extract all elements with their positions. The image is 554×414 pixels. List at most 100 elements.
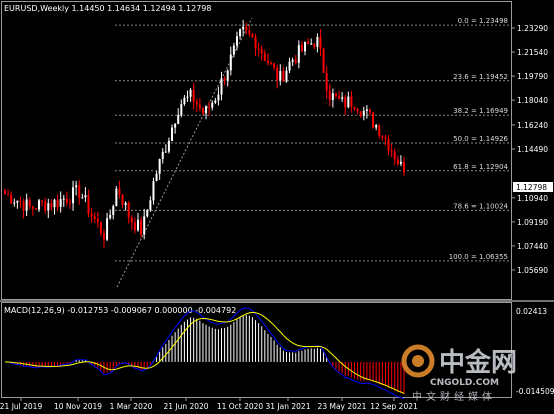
- fib-level-label: 100.0 = 1.06355: [449, 253, 508, 261]
- candle-body: [7, 194, 10, 196]
- candle-body: [137, 219, 139, 231]
- candle-body: [87, 195, 90, 214]
- candle-body: [297, 45, 300, 63]
- candle-body: [239, 29, 242, 37]
- candle-body: [44, 201, 47, 211]
- chart-window[interactable]: 0.0 = 1.23498 23.6 = 1.19452 38.2 = 1.1694…: [0, 0, 554, 414]
- candle-body: [195, 101, 198, 105]
- candle-body: [365, 109, 368, 111]
- candle-body: [72, 187, 75, 204]
- candle-body: [22, 201, 25, 211]
- candle-body: [251, 33, 254, 37]
- candle-body: [121, 194, 124, 206]
- candle-body: [130, 217, 133, 223]
- candle-body: [313, 43, 316, 47]
- price-tick-label: 1.05690: [517, 266, 548, 275]
- fib-level-label: 78.6 = 1.10024: [453, 202, 508, 210]
- candle-body: [220, 78, 223, 95]
- candle-body: [304, 41, 307, 52]
- fib-level-label: 38.2 = 1.16949: [453, 107, 508, 115]
- cngold-watermark: 中金网 CNGOLD.COM 中文财经媒体: [401, 344, 517, 403]
- candle-body: [102, 233, 105, 240]
- candle-body: [155, 173, 158, 182]
- candle-body: [338, 95, 341, 99]
- candle-body: [75, 185, 78, 188]
- signal-line: [5, 311, 405, 394]
- candle-body: [390, 151, 393, 153]
- candle-body: [78, 185, 81, 199]
- candle-body: [189, 89, 192, 97]
- fib-level-label: 0.0 = 1.23498: [458, 17, 508, 25]
- candle-body: [127, 202, 130, 218]
- candle-body: [266, 60, 269, 64]
- candle-body: [310, 43, 313, 45]
- candle-body: [158, 159, 161, 174]
- time-tick-label: 10 Nov 2019: [54, 402, 102, 411]
- candle-body: [350, 96, 353, 107]
- fibonacci-retracement[interactable]: 0.0 = 1.23498 23.6 = 1.19452 38.2 = 1.1694…: [115, 17, 511, 262]
- candle-body: [325, 73, 328, 91]
- candle-body: [53, 199, 56, 208]
- candle-body: [118, 188, 121, 195]
- candle-body: [96, 219, 99, 222]
- candle-body: [368, 109, 371, 113]
- candle-body: [229, 54, 232, 71]
- candle-body: [254, 36, 257, 49]
- candle-body: [399, 161, 402, 165]
- candle-body: [300, 45, 303, 52]
- candle-body: [140, 219, 143, 235]
- candle-body: [192, 89, 195, 102]
- candle-body: [167, 140, 170, 152]
- price-tick-label: 1.09190: [517, 218, 548, 227]
- candle-body: [81, 197, 84, 199]
- candle-body: [378, 125, 381, 136]
- fib-level-label: 23.6 = 1.19452: [453, 73, 508, 81]
- candle-body: [217, 94, 220, 101]
- candle-body: [177, 115, 180, 124]
- candle-body: [285, 70, 288, 82]
- candle-body: [56, 199, 59, 207]
- candle-body: [242, 26, 245, 30]
- candle-body: [384, 137, 387, 139]
- candle-body: [279, 70, 282, 81]
- candle-body: [109, 214, 112, 219]
- price-tick-label: 1.07440: [517, 242, 548, 251]
- candle-body: [226, 70, 229, 81]
- candle-body: [257, 48, 260, 50]
- current-price-tag: 1.12798: [513, 182, 553, 192]
- price-tick-label: 1.23290: [517, 24, 548, 33]
- time-axis[interactable]: 21 Jul 2019 10 Nov 2019 1 Mar 2020 21 Jun 2…: [0, 397, 418, 411]
- candle-body: [161, 151, 164, 160]
- candle-body: [273, 63, 276, 68]
- candle-body: [396, 159, 399, 165]
- candle-body: [291, 59, 294, 62]
- candle-body: [186, 96, 189, 98]
- candle-body: [387, 138, 390, 152]
- candle-body: [10, 194, 13, 204]
- candle-body: [362, 110, 365, 116]
- candle-body: [47, 203, 50, 211]
- candle-body: [331, 93, 334, 101]
- candle-body: [183, 97, 186, 104]
- candle-body: [347, 96, 350, 108]
- candle-body: [124, 202, 127, 206]
- candle-body: [34, 208, 37, 210]
- candle-body: [341, 97, 344, 99]
- candle-body: [4, 190, 6, 195]
- candle-body: [353, 106, 356, 109]
- candle-body: [59, 198, 62, 207]
- price-axis[interactable]: 1.23290 1.21540 1.19790 1.18040 1.16240 1.144…: [511, 24, 548, 275]
- candle-body: [112, 206, 115, 215]
- candle-body: [164, 151, 167, 153]
- candle-body: [359, 111, 362, 116]
- candle-body: [50, 203, 53, 208]
- price-candles: [4, 19, 405, 248]
- fib-level-label: 50.0 = 1.14926: [453, 135, 508, 143]
- time-tick-label: 23 May 2021: [318, 402, 367, 411]
- macd-axis-top: 0.02413: [516, 307, 547, 316]
- watermark-url: CNGOLD.COM: [430, 378, 499, 388]
- candle-body: [16, 200, 19, 203]
- candle-body: [84, 195, 87, 198]
- candle-body: [38, 200, 41, 210]
- svg-text:1.12798: 1.12798: [516, 183, 547, 192]
